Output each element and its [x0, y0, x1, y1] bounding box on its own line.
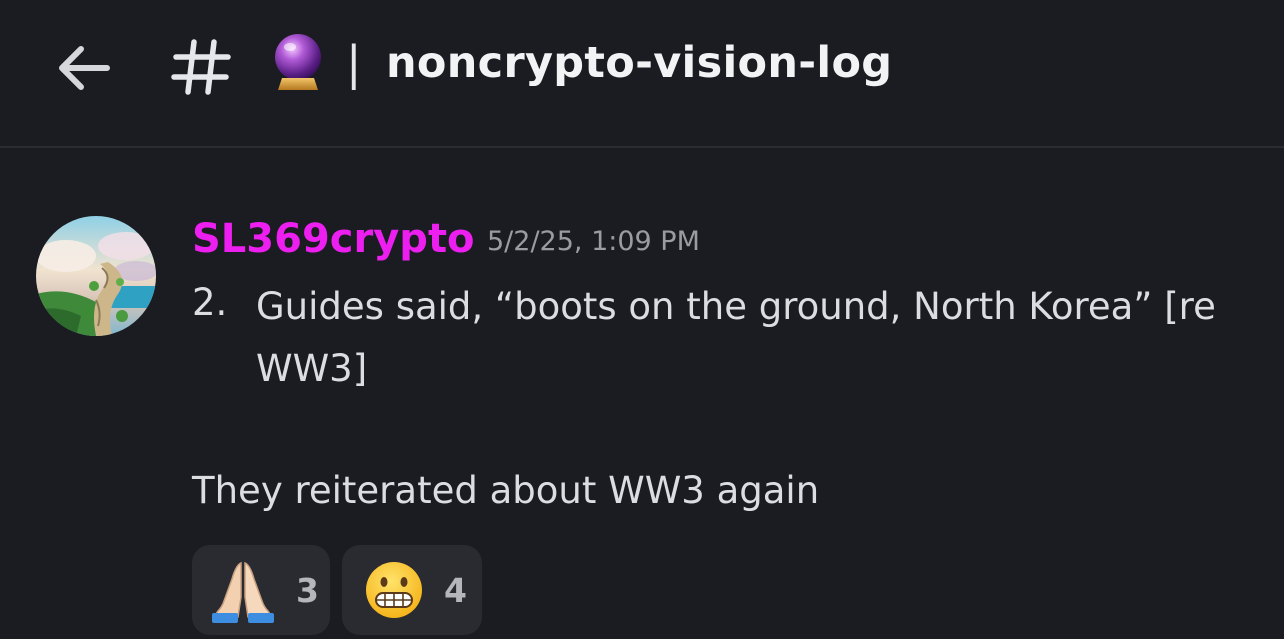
title-separator: | — [346, 36, 362, 90]
list-item-text: Guides said, “boots on the ground, North… — [256, 285, 1216, 390]
grimacing-face-icon — [366, 562, 422, 618]
avatar[interactable] — [36, 216, 156, 336]
avatar-image — [36, 216, 156, 336]
folded-hands-icon — [212, 561, 274, 623]
reaction-folded-hands[interactable]: 3 — [192, 545, 330, 635]
channel-title: noncrypto-vision-log — [386, 38, 893, 88]
message-timestamp: 5/2/25, 1:09 PM — [487, 226, 700, 257]
reaction-grimacing[interactable]: 4 — [342, 545, 482, 635]
reaction-count: 4 — [444, 570, 467, 610]
message-author[interactable]: SL369crypto — [192, 212, 475, 266]
arrow-left-icon — [59, 46, 110, 90]
back-button[interactable] — [54, 38, 114, 98]
message-body: They reiterated about WW3 again — [192, 469, 820, 512]
channel-header: | noncrypto-vision-log — [0, 0, 1284, 148]
reaction-count: 3 — [296, 570, 319, 610]
list-item-number: 2. — [192, 281, 228, 324]
hash-icon — [171, 39, 231, 95]
crystal-ball-icon — [275, 34, 321, 90]
